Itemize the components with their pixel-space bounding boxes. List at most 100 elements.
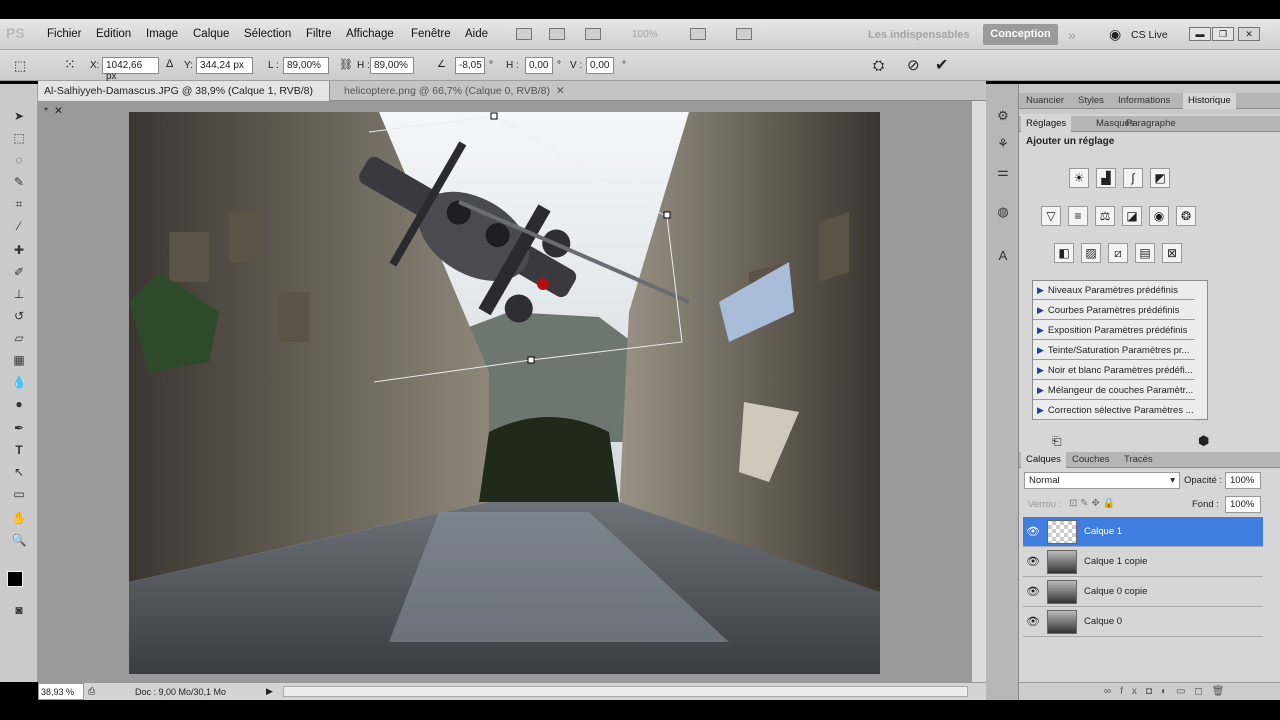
exposure-icon[interactable]: ◩ [1150, 168, 1170, 188]
minibridge-icon[interactable] [549, 28, 565, 40]
adjustment-return-icon[interactable]: ⎗ [1052, 434, 1062, 449]
expand-icon[interactable]: ▶ [1037, 345, 1044, 355]
tab-helicoptere[interactable]: helicoptere.png @ 66,7% (Calque 0, RVB/8… [338, 81, 588, 101]
layer-comps-icon[interactable]: ⚌ [995, 164, 1011, 180]
screen-mode-icon[interactable] [736, 28, 752, 40]
tab-couches[interactable]: Couches [1067, 452, 1115, 468]
tab-close-icon[interactable]: ✕ [556, 85, 565, 97]
preset-correction[interactable]: ▶ Correction sélective Paramètres ... [1033, 401, 1195, 420]
lock-icons[interactable]: ⊡ ✎ ✥ 🔒 [1069, 498, 1115, 509]
view-extras-icon[interactable] [585, 28, 601, 40]
expand-icon[interactable]: ▶ [1037, 325, 1044, 335]
brightness-icon[interactable]: ☀ [1069, 168, 1089, 188]
pen-tool-icon[interactable]: ✒ [10, 420, 28, 436]
status-icon[interactable]: ⎙ [88, 686, 95, 697]
preset-melangeur[interactable]: ▶ Mélangeur de couches Paramètr... [1033, 381, 1195, 400]
bridge-icon[interactable] [516, 28, 532, 40]
tab-historique[interactable]: Historique [1183, 93, 1236, 109]
hskew-field[interactable]: 0,00 [525, 57, 553, 74]
group-icon[interactable]: ▭ [1176, 686, 1194, 697]
tab-traces[interactable]: Tracés [1119, 452, 1158, 468]
hand-tool-icon[interactable]: ✋ [10, 510, 28, 526]
menu-fenetre[interactable]: Fenêtre [411, 28, 451, 40]
invert-icon[interactable]: ◧ [1054, 243, 1074, 263]
crop-tool-icon[interactable]: ⌗ [10, 196, 28, 212]
path-selection-icon[interactable]: ↖ [10, 464, 28, 480]
tab-informations[interactable]: Informations [1113, 93, 1175, 109]
preset-courbes[interactable]: ▶ Courbes Paramètres prédéfinis [1033, 301, 1195, 320]
eyedropper-tool-icon[interactable]: ⁄ [10, 218, 28, 234]
menu-edition[interactable]: Edition [96, 28, 131, 40]
brush-panel-icon[interactable]: ◍ [995, 204, 1011, 220]
status-menu-icon[interactable]: ▶ [266, 686, 273, 697]
actions-panel-icon[interactable]: ⚘ [995, 136, 1011, 152]
gradient-map-icon[interactable]: ▤ [1135, 243, 1155, 263]
clip-icon[interactable]: ⬢ [1198, 433, 1209, 449]
cancel-transform-icon[interactable]: ⊘ [907, 56, 920, 74]
lasso-tool-icon[interactable]: ◌ [10, 152, 28, 168]
menu-affichage[interactable]: Affichage [346, 28, 394, 40]
marquee-tool-icon[interactable]: ⬚ [10, 130, 28, 146]
posterize-icon[interactable]: ▨ [1081, 243, 1101, 263]
new-layer-icon[interactable]: ◻ [1194, 686, 1211, 697]
layer-name[interactable]: Calque 1 copie [1084, 556, 1147, 567]
expand-icon[interactable]: ▶ [1037, 405, 1044, 415]
expand-icon[interactable]: ▶ [1037, 365, 1044, 375]
preset-teinte[interactable]: ▶ Teinte/Saturation Paramètres pr... [1033, 341, 1195, 360]
photo-filter-icon[interactable]: ◉ [1149, 206, 1169, 226]
gradient-tool-icon[interactable]: ▦ [10, 352, 28, 368]
menu-selection[interactable]: Sélection [244, 28, 291, 40]
eye-icon[interactable]: 👁 [1023, 615, 1043, 628]
arrange-docs-icon[interactable] [690, 28, 706, 40]
horizontal-scrollbar[interactable] [283, 686, 968, 697]
workspace-conception-button[interactable]: Conception [983, 24, 1058, 45]
menu-aide[interactable]: Aide [465, 28, 488, 40]
y-field[interactable]: 344,24 px [196, 57, 253, 74]
opacity-field[interactable]: 100% [1225, 472, 1261, 489]
healing-brush-icon[interactable]: ✚ [10, 242, 28, 258]
tab-close-icon[interactable]: ✕ [54, 105, 63, 117]
layer-name[interactable]: Calque 0 copie [1084, 586, 1147, 597]
cs-live-button[interactable]: CS Live [1131, 29, 1168, 41]
menu-filtre[interactable]: Filtre [306, 28, 332, 40]
character-panel-icon[interactable]: A [995, 248, 1011, 264]
height-field[interactable]: 89,00% [370, 57, 414, 74]
quick-mask-icon[interactable]: ◙ [10, 602, 28, 618]
levels-icon[interactable]: ▟ [1096, 168, 1116, 188]
tab-nuancier[interactable]: Nuancier [1021, 93, 1069, 109]
workspace-essentials[interactable]: Les indispensables [868, 29, 969, 41]
black-white-icon[interactable]: ◪ [1122, 206, 1142, 226]
history-panel-icon[interactable]: ⚙ [995, 108, 1011, 124]
tab-paragraphe[interactable]: Paragraphe [1121, 116, 1181, 132]
expand-icon[interactable]: ▶ [1037, 285, 1044, 295]
layer-row[interactable]: 👁 Calque 0 [1023, 607, 1263, 637]
adjustment-layer-icon[interactable]: ◐ [1161, 686, 1176, 697]
curves-icon[interactable]: ∫ [1123, 168, 1143, 188]
blend-mode-select[interactable]: Normal ▾ [1024, 472, 1180, 489]
tab-damascus[interactable]: Al-Salhiyyeh-Damascus.JPG @ 38,9% (Calqu… [38, 81, 330, 117]
zoom-level[interactable]: 100% [632, 29, 658, 40]
fx-icon[interactable]: fx [1120, 686, 1146, 697]
reference-point-icon[interactable]: ⁙ [64, 56, 76, 73]
eye-icon[interactable]: 👁 [1023, 585, 1043, 598]
type-tool-icon[interactable]: T [10, 442, 28, 458]
quick-selection-icon[interactable]: ✎ [10, 174, 28, 190]
layer-row[interactable]: 👁 Calque 0 copie [1023, 577, 1263, 607]
eye-icon[interactable]: 👁 [1023, 555, 1043, 568]
layer-row[interactable]: 👁 Calque 1 copie [1023, 547, 1263, 577]
commit-transform-icon[interactable]: ✔ [935, 55, 948, 75]
delta-icon[interactable]: Δ [166, 58, 173, 70]
tab-calques[interactable]: Calques [1021, 452, 1066, 468]
shape-tool-icon[interactable]: ▭ [10, 486, 28, 502]
x-field[interactable]: 1042,66 px [102, 57, 159, 82]
move-tool-icon[interactable]: ➤ [10, 108, 28, 124]
foreground-color[interactable] [7, 571, 23, 587]
vertical-scrollbar[interactable] [971, 101, 986, 682]
dodge-tool-icon[interactable]: ● [10, 396, 28, 412]
fill-field[interactable]: 100% [1225, 496, 1261, 513]
expand-icon[interactable]: ▶ [1037, 305, 1044, 315]
hue-saturation-icon[interactable]: ≡ [1068, 206, 1088, 226]
layer-name[interactable]: Calque 1 [1084, 526, 1122, 537]
preset-niveaux[interactable]: ▶ Niveaux Paramètres prédéfinis [1033, 281, 1195, 300]
more-workspaces-icon[interactable]: » [1068, 27, 1076, 43]
